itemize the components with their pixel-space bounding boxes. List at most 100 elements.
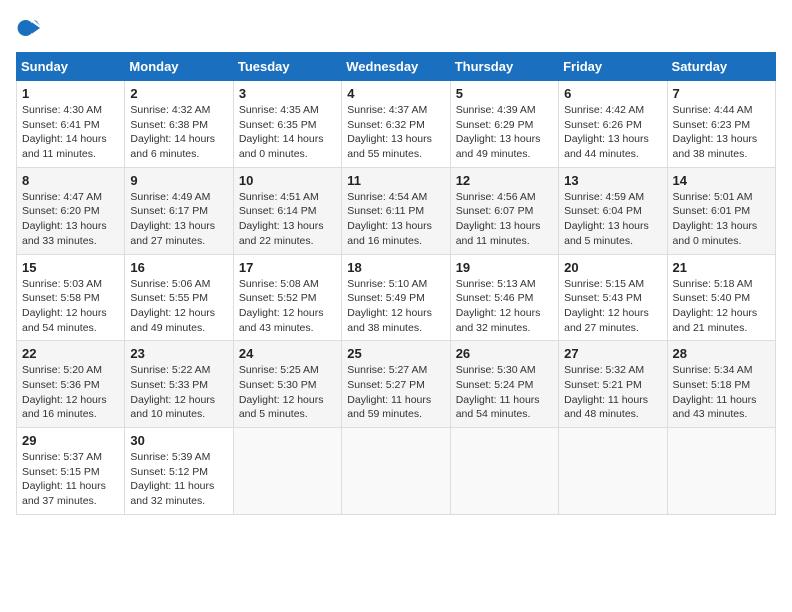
day-number: 3 <box>239 86 336 101</box>
day-cell <box>450 428 558 515</box>
week-row-4: 22 Sunrise: 5:20 AM Sunset: 5:36 PM Dayl… <box>17 341 776 428</box>
day-number: 21 <box>673 260 770 275</box>
day-cell: 5 Sunrise: 4:39 AM Sunset: 6:29 PM Dayli… <box>450 81 558 168</box>
day-info: Sunrise: 4:47 AM Sunset: 6:20 PM Dayligh… <box>22 190 119 249</box>
day-info: Sunrise: 5:22 AM Sunset: 5:33 PM Dayligh… <box>130 363 227 422</box>
day-cell: 24 Sunrise: 5:25 AM Sunset: 5:30 PM Dayl… <box>233 341 341 428</box>
day-cell: 30 Sunrise: 5:39 AM Sunset: 5:12 PM Dayl… <box>125 428 233 515</box>
day-info: Sunrise: 5:13 AM Sunset: 5:46 PM Dayligh… <box>456 277 553 336</box>
day-info: Sunrise: 4:42 AM Sunset: 6:26 PM Dayligh… <box>564 103 661 162</box>
day-number: 7 <box>673 86 770 101</box>
day-info: Sunrise: 5:06 AM Sunset: 5:55 PM Dayligh… <box>130 277 227 336</box>
day-info: Sunrise: 5:34 AM Sunset: 5:18 PM Dayligh… <box>673 363 770 422</box>
day-cell: 10 Sunrise: 4:51 AM Sunset: 6:14 PM Dayl… <box>233 167 341 254</box>
day-cell: 16 Sunrise: 5:06 AM Sunset: 5:55 PM Dayl… <box>125 254 233 341</box>
day-number: 30 <box>130 433 227 448</box>
day-cell: 9 Sunrise: 4:49 AM Sunset: 6:17 PM Dayli… <box>125 167 233 254</box>
week-row-5: 29 Sunrise: 5:37 AM Sunset: 5:15 PM Dayl… <box>17 428 776 515</box>
weekday-header-tuesday: Tuesday <box>233 53 341 81</box>
day-number: 23 <box>130 346 227 361</box>
day-info: Sunrise: 5:20 AM Sunset: 5:36 PM Dayligh… <box>22 363 119 422</box>
day-number: 9 <box>130 173 227 188</box>
day-number: 11 <box>347 173 444 188</box>
day-number: 4 <box>347 86 444 101</box>
logo <box>16 16 44 40</box>
day-info: Sunrise: 5:27 AM Sunset: 5:27 PM Dayligh… <box>347 363 444 422</box>
day-number: 20 <box>564 260 661 275</box>
week-row-1: 1 Sunrise: 4:30 AM Sunset: 6:41 PM Dayli… <box>17 81 776 168</box>
day-cell: 6 Sunrise: 4:42 AM Sunset: 6:26 PM Dayli… <box>559 81 667 168</box>
day-cell: 13 Sunrise: 4:59 AM Sunset: 6:04 PM Dayl… <box>559 167 667 254</box>
weekday-header-thursday: Thursday <box>450 53 558 81</box>
day-cell: 22 Sunrise: 5:20 AM Sunset: 5:36 PM Dayl… <box>17 341 125 428</box>
weekday-header-row: SundayMondayTuesdayWednesdayThursdayFrid… <box>17 53 776 81</box>
day-info: Sunrise: 4:30 AM Sunset: 6:41 PM Dayligh… <box>22 103 119 162</box>
day-info: Sunrise: 4:49 AM Sunset: 6:17 PM Dayligh… <box>130 190 227 249</box>
day-number: 19 <box>456 260 553 275</box>
weekday-header-wednesday: Wednesday <box>342 53 450 81</box>
day-cell: 25 Sunrise: 5:27 AM Sunset: 5:27 PM Dayl… <box>342 341 450 428</box>
day-info: Sunrise: 4:44 AM Sunset: 6:23 PM Dayligh… <box>673 103 770 162</box>
calendar-table: SundayMondayTuesdayWednesdayThursdayFrid… <box>16 52 776 515</box>
day-info: Sunrise: 5:15 AM Sunset: 5:43 PM Dayligh… <box>564 277 661 336</box>
day-cell <box>667 428 775 515</box>
day-cell: 8 Sunrise: 4:47 AM Sunset: 6:20 PM Dayli… <box>17 167 125 254</box>
day-info: Sunrise: 4:51 AM Sunset: 6:14 PM Dayligh… <box>239 190 336 249</box>
weekday-header-sunday: Sunday <box>17 53 125 81</box>
day-number: 26 <box>456 346 553 361</box>
day-info: Sunrise: 5:08 AM Sunset: 5:52 PM Dayligh… <box>239 277 336 336</box>
logo-icon <box>16 16 40 40</box>
day-number: 17 <box>239 260 336 275</box>
day-cell: 23 Sunrise: 5:22 AM Sunset: 5:33 PM Dayl… <box>125 341 233 428</box>
page-header <box>16 16 776 40</box>
day-cell <box>233 428 341 515</box>
day-cell: 2 Sunrise: 4:32 AM Sunset: 6:38 PM Dayli… <box>125 81 233 168</box>
day-info: Sunrise: 5:32 AM Sunset: 5:21 PM Dayligh… <box>564 363 661 422</box>
day-number: 10 <box>239 173 336 188</box>
day-cell: 1 Sunrise: 4:30 AM Sunset: 6:41 PM Dayli… <box>17 81 125 168</box>
day-number: 13 <box>564 173 661 188</box>
day-info: Sunrise: 5:25 AM Sunset: 5:30 PM Dayligh… <box>239 363 336 422</box>
day-info: Sunrise: 4:59 AM Sunset: 6:04 PM Dayligh… <box>564 190 661 249</box>
day-cell: 14 Sunrise: 5:01 AM Sunset: 6:01 PM Dayl… <box>667 167 775 254</box>
day-cell: 3 Sunrise: 4:35 AM Sunset: 6:35 PM Dayli… <box>233 81 341 168</box>
day-info: Sunrise: 5:03 AM Sunset: 5:58 PM Dayligh… <box>22 277 119 336</box>
day-cell: 20 Sunrise: 5:15 AM Sunset: 5:43 PM Dayl… <box>559 254 667 341</box>
day-cell: 15 Sunrise: 5:03 AM Sunset: 5:58 PM Dayl… <box>17 254 125 341</box>
day-number: 25 <box>347 346 444 361</box>
day-number: 28 <box>673 346 770 361</box>
day-info: Sunrise: 4:39 AM Sunset: 6:29 PM Dayligh… <box>456 103 553 162</box>
day-cell <box>559 428 667 515</box>
day-cell: 7 Sunrise: 4:44 AM Sunset: 6:23 PM Dayli… <box>667 81 775 168</box>
day-info: Sunrise: 5:37 AM Sunset: 5:15 PM Dayligh… <box>22 450 119 509</box>
day-info: Sunrise: 4:37 AM Sunset: 6:32 PM Dayligh… <box>347 103 444 162</box>
weekday-header-friday: Friday <box>559 53 667 81</box>
day-number: 12 <box>456 173 553 188</box>
day-cell: 17 Sunrise: 5:08 AM Sunset: 5:52 PM Dayl… <box>233 254 341 341</box>
day-number: 1 <box>22 86 119 101</box>
week-row-2: 8 Sunrise: 4:47 AM Sunset: 6:20 PM Dayli… <box>17 167 776 254</box>
day-number: 22 <box>22 346 119 361</box>
day-info: Sunrise: 5:39 AM Sunset: 5:12 PM Dayligh… <box>130 450 227 509</box>
day-number: 18 <box>347 260 444 275</box>
day-cell: 26 Sunrise: 5:30 AM Sunset: 5:24 PM Dayl… <box>450 341 558 428</box>
day-number: 15 <box>22 260 119 275</box>
day-number: 29 <box>22 433 119 448</box>
day-info: Sunrise: 5:10 AM Sunset: 5:49 PM Dayligh… <box>347 277 444 336</box>
day-number: 24 <box>239 346 336 361</box>
day-number: 8 <box>22 173 119 188</box>
day-cell: 11 Sunrise: 4:54 AM Sunset: 6:11 PM Dayl… <box>342 167 450 254</box>
week-row-3: 15 Sunrise: 5:03 AM Sunset: 5:58 PM Dayl… <box>17 254 776 341</box>
day-info: Sunrise: 5:18 AM Sunset: 5:40 PM Dayligh… <box>673 277 770 336</box>
day-cell: 28 Sunrise: 5:34 AM Sunset: 5:18 PM Dayl… <box>667 341 775 428</box>
day-info: Sunrise: 4:56 AM Sunset: 6:07 PM Dayligh… <box>456 190 553 249</box>
day-cell: 21 Sunrise: 5:18 AM Sunset: 5:40 PM Dayl… <box>667 254 775 341</box>
day-info: Sunrise: 4:32 AM Sunset: 6:38 PM Dayligh… <box>130 103 227 162</box>
day-cell: 12 Sunrise: 4:56 AM Sunset: 6:07 PM Dayl… <box>450 167 558 254</box>
day-cell: 27 Sunrise: 5:32 AM Sunset: 5:21 PM Dayl… <box>559 341 667 428</box>
day-number: 2 <box>130 86 227 101</box>
day-info: Sunrise: 5:01 AM Sunset: 6:01 PM Dayligh… <box>673 190 770 249</box>
weekday-header-saturday: Saturday <box>667 53 775 81</box>
day-number: 5 <box>456 86 553 101</box>
day-cell: 4 Sunrise: 4:37 AM Sunset: 6:32 PM Dayli… <box>342 81 450 168</box>
